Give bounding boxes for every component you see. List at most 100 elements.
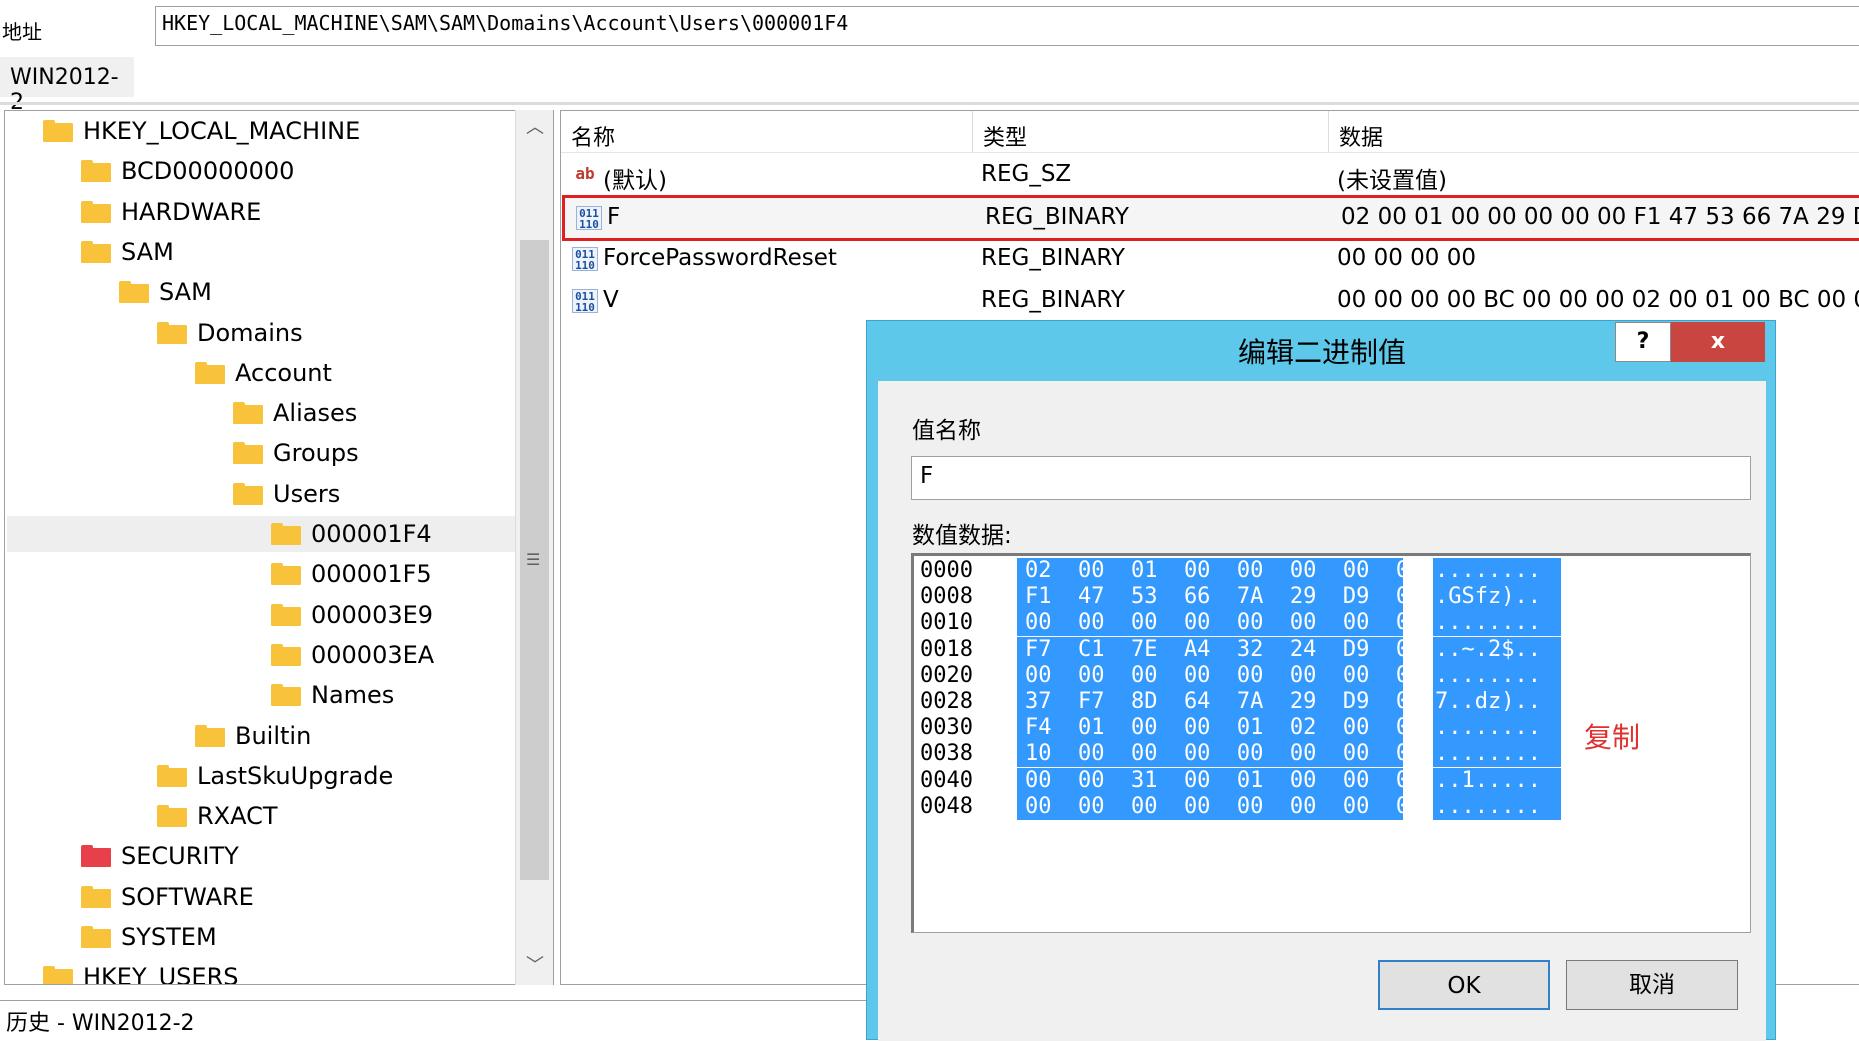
tree-item[interactable]: HKEY_USERS: [7, 959, 507, 985]
hex-line: 0040 00 00 31 00 01 00 00 00 ..1.....: [920, 767, 1750, 794]
column-header-type[interactable]: 类型: [973, 111, 1329, 153]
hex-bytes[interactable]: F7 C1 7E A4 32 24 D9 01: [1017, 636, 1422, 663]
registry-tree[interactable]: HKEY_LOCAL_MACHINE BCD00000000 HARDWARE SAM…: [4, 110, 554, 985]
folder-icon: [81, 240, 111, 263]
tree-item[interactable]: HARDWARE: [7, 194, 507, 230]
tree-item-label: SAM: [121, 237, 174, 266]
hex-ascii[interactable]: ........: [1433, 741, 1561, 768]
value-data: 00 00 00 00: [1337, 245, 1476, 271]
hex-bytes[interactable]: F1 47 53 66 7A 29 D9 01: [1017, 584, 1422, 611]
hex-address: 0048: [920, 793, 973, 819]
folder-icon: [271, 563, 301, 586]
hex-ascii[interactable]: ........: [1433, 610, 1561, 637]
tree-item-label: 000001F5: [311, 560, 432, 589]
string-value-icon: ab: [575, 164, 595, 183]
tree-item-label: Aliases: [273, 399, 358, 428]
tree-item[interactable]: RXACT: [7, 798, 507, 834]
hex-ascii[interactable]: 7..dz)..: [1433, 689, 1561, 715]
hex-line: 0048 00 00 00 00 00 00 00 00........: [920, 793, 1750, 820]
hex-ascii[interactable]: ........: [1433, 558, 1561, 584]
machine-tab[interactable]: WIN2012-2: [0, 57, 134, 115]
hex-bytes[interactable]: 02 00 01 00 00 00 00 00: [1017, 558, 1422, 584]
folder-icon: [233, 402, 263, 425]
edit-binary-dialog: 编辑二进制值 ? x 值名称 F 数值数据: 0000 02 00 01 00 0…: [866, 320, 1776, 1041]
tree-item-label: HKEY_USERS: [83, 963, 239, 985]
tree-item[interactable]: Account: [7, 355, 507, 391]
column-header-data[interactable]: 数据: [1329, 111, 1859, 153]
tree-item[interactable]: SAM: [7, 274, 507, 310]
hex-bytes[interactable]: 00 00 00 00 00 00 00 00: [1017, 662, 1422, 689]
hex-ascii[interactable]: ........: [1433, 662, 1561, 689]
value-name-field[interactable]: F: [911, 456, 1751, 500]
tree-item-label: Builtin: [235, 721, 312, 750]
tree-item[interactable]: BCD00000000: [7, 153, 507, 189]
tree-item-label: Groups: [273, 439, 359, 468]
hex-bytes[interactable]: 00 00 31 00 01 00 00 00: [1017, 767, 1422, 794]
tree-item-label: Account: [235, 358, 332, 387]
column-header-name[interactable]: 名称: [561, 111, 973, 153]
hex-ascii[interactable]: ..1.....: [1433, 767, 1561, 794]
tree-scrollbar[interactable]: ︿ ☰ ﹀: [515, 110, 553, 985]
value-data: 00 00 00 00 BC 00 00 00 02 00 01 00 BC 0…: [1337, 287, 1859, 313]
hex-line: 0018 F7 C1 7E A4 32 24 D9 01 ..~.2$..: [920, 636, 1750, 663]
tree-item[interactable]: Groups: [7, 435, 507, 471]
folder-icon: [157, 805, 187, 828]
folder-icon: [43, 966, 73, 984]
hex-bytes[interactable]: F4 01 00 00 01 02 00 00: [1017, 715, 1422, 742]
tree-item[interactable]: 000001F4: [7, 516, 517, 552]
folder-icon: [43, 120, 73, 142]
hex-ascii[interactable]: .GSfz)..: [1433, 584, 1561, 611]
tree-item[interactable]: 000003EA: [7, 637, 507, 673]
value-type: REG_BINARY: [981, 287, 1125, 313]
folder-icon: [81, 160, 111, 183]
address-input[interactable]: HKEY_LOCAL_MACHINE\SAM\SAM\Domains\Accou…: [155, 6, 1859, 46]
hex-bytes[interactable]: 10 00 00 00 00 00 00 00: [1017, 741, 1422, 768]
tree-item-label: HARDWARE: [121, 197, 262, 226]
value-row[interactable]: 011 110 F REG_BINARY 02 00 01 00 00 00 00 00…: [562, 195, 1859, 241]
tree-item[interactable]: Users: [7, 476, 507, 512]
binary-value-icon: 011 110: [572, 289, 598, 313]
value-data: (未设置值): [1337, 168, 1447, 194]
hex-bytes[interactable]: 00 00 00 00 00 00 00 00: [1017, 793, 1422, 820]
tree-item-label: 000001F4: [311, 520, 432, 548]
value-row[interactable]: 011 110 ForcePasswordReset REG_BINARY 00 00 …: [561, 239, 1859, 279]
hex-ascii[interactable]: ..~.2$..: [1433, 636, 1561, 663]
hex-line: 0020 00 00 00 00 00 00 00 00........: [920, 662, 1750, 689]
folder-icon: [157, 321, 187, 344]
hex-bytes[interactable]: 00 00 00 00 00 00 00 00: [1017, 610, 1422, 637]
hex-bytes[interactable]: 37 F7 8D 64 7A 29 D9 01: [1017, 689, 1422, 715]
tree-item[interactable]: Builtin: [7, 718, 507, 754]
tree-item[interactable]: LastSkuUpgrade: [7, 758, 507, 794]
scroll-down-icon[interactable]: ﹀: [516, 948, 554, 984]
close-button[interactable]: x: [1671, 322, 1765, 362]
tree-item[interactable]: HKEY_LOCAL_MACHINE: [7, 113, 507, 149]
tree-item[interactable]: Aliases: [7, 395, 507, 431]
folder-icon: [271, 523, 301, 545]
value-name: ForcePasswordReset: [603, 245, 837, 271]
cancel-button[interactable]: 取消: [1566, 960, 1738, 1010]
help-button[interactable]: ?: [1615, 322, 1671, 362]
hex-ascii[interactable]: ........: [1433, 715, 1561, 742]
tree-item-label: SOFTWARE: [121, 882, 254, 911]
ok-button[interactable]: OK: [1378, 960, 1550, 1010]
tree-item-label: BCD00000000: [121, 157, 295, 186]
tree-item[interactable]: SECURITY: [7, 838, 507, 874]
tree-item[interactable]: SOFTWARE: [7, 879, 507, 915]
folder-icon: [157, 764, 187, 787]
folder-icon: [81, 845, 111, 868]
tree-item-label: Names: [311, 681, 395, 710]
scroll-grip-icon: ☰: [526, 550, 541, 569]
tree-item-label: HKEY_LOCAL_MACHINE: [83, 117, 361, 145]
tree-item[interactable]: Names: [7, 677, 507, 713]
tree-item[interactable]: 000003E9: [7, 597, 507, 633]
tree-item[interactable]: SYSTEM: [7, 919, 507, 955]
value-row[interactable]: ab (默认) REG_SZ (未设置值): [561, 155, 1859, 195]
tree-item[interactable]: SAM: [7, 234, 507, 270]
value-data: 02 00 01 00 00 00 00 00 F1 47 53 66 7A 2…: [1341, 204, 1859, 230]
scroll-up-icon[interactable]: ︿: [516, 110, 554, 146]
tree-item[interactable]: 000001F5: [7, 556, 507, 592]
value-row[interactable]: 011 110 V REG_BINARY 00 00 00 00 BC 00 00 00…: [561, 281, 1859, 321]
tree-item[interactable]: Domains: [7, 315, 507, 351]
folder-icon: [233, 442, 263, 465]
hex-ascii[interactable]: ........: [1433, 793, 1561, 820]
